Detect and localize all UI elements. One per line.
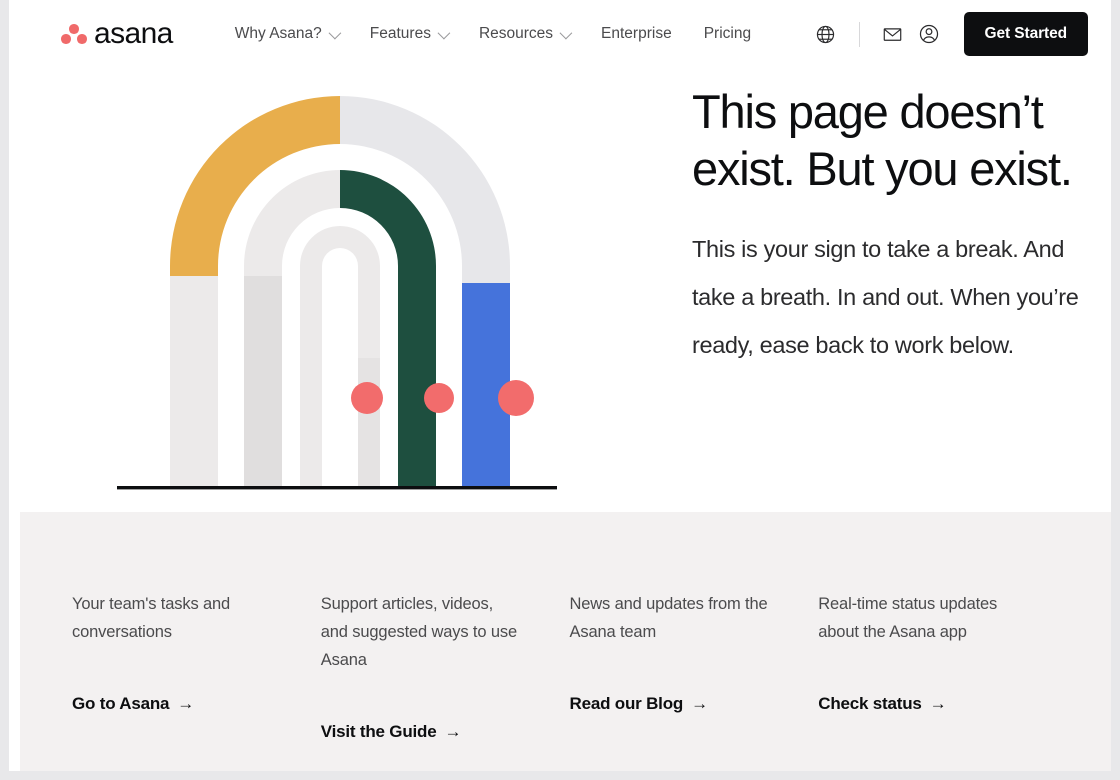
nav-item-why-asana[interactable]: Why Asana?	[219, 19, 354, 49]
globe-icon[interactable]	[808, 16, 844, 52]
nav-item-label: Enterprise	[601, 25, 672, 42]
user-account-icon[interactable]	[911, 16, 947, 52]
arrow-right-icon: →	[691, 694, 708, 713]
footer-column-status: Real-time status updates about the Asana…	[818, 590, 1067, 742]
nav-item-features[interactable]: Features	[354, 19, 463, 49]
red-dot-inner	[351, 382, 383, 414]
footer-link-check-status[interactable]: Check status →	[818, 694, 946, 714]
nav-item-label: Features	[369, 25, 431, 42]
page-root: asana Why Asana? Features Resources Ente…	[20, 0, 1111, 771]
header-divider	[858, 21, 860, 47]
footer-column-asana: Your team's tasks and conversations Go t…	[72, 590, 321, 742]
footer-link-label: Read our Blog	[569, 694, 684, 713]
footer-column-description: News and updates from the Asana team	[569, 595, 768, 641]
logo-dot-bottom-left	[61, 34, 71, 44]
nav-item-label: Why Asana?	[234, 25, 322, 42]
asana-wordmark: asana	[94, 17, 173, 50]
site-header: asana Why Asana? Features Resources Ente…	[20, 0, 1111, 68]
arrow-right-icon: →	[444, 722, 462, 741]
hero-section: This page doesn’t exist. But you exist. …	[20, 68, 1111, 512]
asana-logo[interactable]: asana	[61, 19, 173, 49]
page-subtitle: This is your sign to take a break. And t…	[692, 236, 1079, 358]
nested-arches-illustration	[95, 78, 585, 503]
footer-link-go-to-asana[interactable]: Go to Asana →	[72, 694, 194, 714]
footer-section: Your team's tasks and conversations Go t…	[20, 512, 1111, 771]
footer-link-read-our-blog[interactable]: Read our Blog →	[569, 694, 709, 714]
footer-link-visit-the-guide[interactable]: Visit the Guide →	[321, 722, 462, 742]
chevron-down-icon	[328, 26, 342, 39]
get-started-button[interactable]: Get Started	[963, 12, 1088, 56]
asana-logo-mark	[61, 23, 87, 45]
chevron-down-icon	[559, 26, 573, 39]
footer-link-label: Go to Asana	[72, 694, 170, 713]
footer-column-description: Support articles, videos, and suggested …	[320, 595, 517, 669]
nav-item-label: Pricing	[703, 25, 752, 42]
arch-inner	[300, 226, 380, 488]
footer-column-blog: News and updates from the Asana team Rea…	[570, 590, 819, 742]
envelope-icon[interactable]	[875, 16, 911, 52]
arch-outer	[170, 96, 510, 488]
baseline	[117, 486, 557, 490]
footer-column-guide: Support articles, videos, and suggested …	[321, 590, 570, 742]
red-dot-outer	[498, 380, 534, 416]
footer-links-grid: Your team's tasks and conversations Go t…	[72, 590, 1067, 742]
nav-item-resources[interactable]: Resources	[463, 19, 585, 49]
nav-item-pricing[interactable]: Pricing	[688, 19, 767, 49]
arrow-right-icon: →	[929, 694, 947, 713]
footer-link-label: Visit the Guide	[320, 722, 437, 741]
browser-viewport: asana Why Asana? Features Resources Ente…	[0, 0, 1120, 780]
arch-middle	[244, 170, 436, 488]
arrow-right-icon: →	[177, 694, 195, 713]
nav-item-label: Resources	[478, 25, 554, 42]
nav-item-enterprise[interactable]: Enterprise	[585, 19, 688, 49]
chevron-down-icon	[437, 26, 451, 39]
logo-dot-top	[69, 24, 79, 34]
footer-column-description: Your team's tasks and conversations	[72, 595, 231, 641]
header-utility-area: Get Started	[808, 12, 1088, 56]
logo-dot-bottom-right	[77, 34, 87, 44]
page-title: This page doesn’t exist. But you exist.	[692, 85, 1073, 195]
footer-column-description: Real-time status updates about the Asana…	[818, 595, 998, 641]
red-dot-middle	[424, 383, 454, 413]
footer-link-label: Check status	[818, 694, 922, 713]
primary-navigation: Why Asana? Features Resources Enterprise…	[219, 19, 767, 49]
hero-copy: This page doesn’t exist. But you exist. …	[692, 83, 1092, 369]
